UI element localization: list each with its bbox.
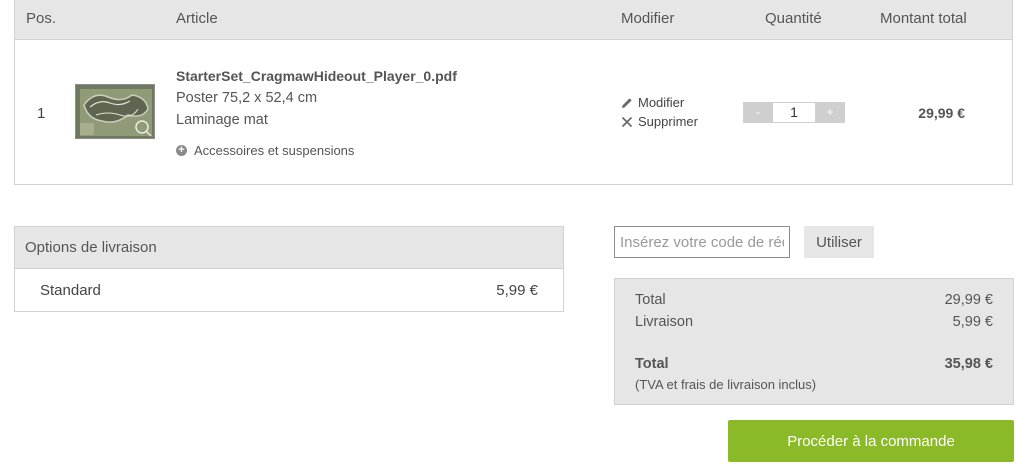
quantity-input[interactable]: 1 (773, 102, 815, 123)
map-thumbnail[interactable] (75, 84, 155, 139)
shipping-header: Options de livraison (15, 227, 563, 269)
summary-subtotal-value: 29,99 € (944, 292, 993, 308)
accessories-label: Accessoires et suspensions (194, 143, 355, 158)
item-position: 1 (37, 105, 46, 122)
item-format: Poster 75,2 x 52,4 cm (176, 90, 318, 106)
cart-header: Pos. Article Modifier Quantité Montant t… (15, 0, 1012, 40)
header-total: Montant total (880, 10, 967, 27)
delete-item-label: Supprimer (638, 114, 698, 129)
coupon-code-input[interactable] (614, 226, 790, 258)
apply-coupon-button[interactable]: Utiliser (804, 226, 874, 258)
header-modifier: Modifier (621, 10, 675, 27)
header-pos: Pos. (26, 10, 57, 27)
close-icon (621, 116, 633, 127)
quantity-decrease-button[interactable]: - (743, 102, 773, 123)
edit-item-label: Modifier (638, 95, 685, 110)
quantity-stepper: - 1 + (743, 102, 845, 123)
item-total: 29,99 € (918, 105, 965, 121)
quantity-increase-button[interactable]: + (815, 102, 845, 123)
pencil-icon (622, 97, 632, 108)
map-thumbnail-icon (76, 85, 154, 138)
summary-subtotal-row: Total 29,99 € (635, 292, 993, 308)
shipping-option-price: 5,99 € (496, 282, 538, 299)
shipping-title: Options de livraison (25, 239, 157, 256)
summary-shipping-row: Livraison 5,99 € (635, 314, 993, 330)
order-summary: Total 29,99 € Livraison 5,99 € Total 35,… (614, 278, 1014, 405)
summary-shipping-value: 5,99 € (952, 314, 993, 330)
header-article: Article (176, 10, 218, 27)
summary-total-value: 35,98 € (944, 356, 993, 372)
edit-item-button[interactable]: Modifier (621, 95, 684, 110)
item-finish: Laminage mat (176, 112, 268, 128)
cart-table: Pos. Article Modifier Quantité Montant t… (14, 0, 1013, 185)
summary-subtotal-label: Total (635, 292, 666, 308)
shipping-option-standard[interactable]: Standard (40, 282, 101, 299)
plus-circle-icon: + (176, 145, 187, 156)
delete-item-button[interactable]: Supprimer (621, 114, 698, 129)
proceed-to-checkout-button[interactable]: Procéder à la commande (728, 420, 1014, 462)
header-quantity: Quantité (765, 10, 822, 27)
summary-total-label: Total (635, 356, 669, 372)
accessories-link[interactable]: + Accessoires et suspensions (176, 143, 354, 158)
shipping-options: Options de livraison Standard 5,99 € (14, 226, 564, 312)
item-filename: StarterSet_CragmawHideout_Player_0.pdf (176, 68, 457, 84)
summary-total-row: Total 35,98 € (635, 356, 993, 372)
summary-shipping-label: Livraison (635, 314, 694, 330)
summary-tax-note: (TVA et frais de livraison inclus) (635, 377, 817, 392)
